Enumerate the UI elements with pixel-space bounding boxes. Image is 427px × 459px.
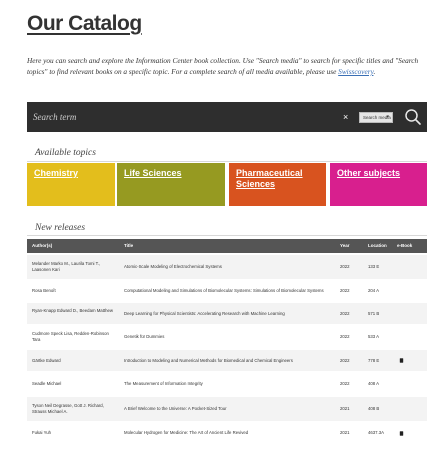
cell-year: 2021	[340, 430, 350, 435]
column-header-ebook[interactable]: e-Book	[397, 239, 412, 253]
releases-table-header: Author(s) Title Year Location e-Book	[27, 239, 427, 253]
cell-year: 2022	[340, 311, 350, 316]
cell-location: 4637.3A	[368, 430, 385, 435]
column-header-authors[interactable]: Author(s)	[32, 239, 52, 253]
table-row[interactable]: Seadle Michael The Measurement of Informa…	[27, 373, 427, 394]
table-row[interactable]: Fukai Yuh Molecular Hydrogen for Medicine…	[27, 423, 427, 443]
column-header-title[interactable]: Title	[124, 239, 133, 253]
topic-tile-other-subjects[interactable]: Other subjects	[330, 163, 427, 206]
new-releases-heading: New releases	[35, 223, 86, 233]
table-row[interactable]: Gärtke Edward Introduction to Modeling an…	[27, 350, 427, 371]
cell-location: 408 B	[368, 406, 380, 411]
cell-author: Gärtke Edward	[32, 358, 61, 363]
cell-location: 133 E	[368, 264, 380, 269]
table-row[interactable]: Ryan-Knapp Edward D., Beedam Matthew Deep…	[27, 303, 427, 324]
cell-location: 778 E	[368, 358, 380, 363]
search-input[interactable]	[33, 102, 333, 132]
intro-text: Here you can search and explore the Info…	[27, 55, 425, 77]
topic-tile-life-sciences[interactable]: Life Sciences	[117, 163, 225, 206]
swisscovery-link[interactable]: Swisscovery	[338, 67, 373, 76]
cell-year: 2022	[340, 288, 350, 293]
page-title: Our Catalog	[27, 12, 142, 35]
chevron-down-icon: ▾	[386, 114, 389, 120]
cell-title[interactable]: Molecular Hydrogen for Medicine: The Art…	[124, 430, 336, 436]
ebook-icon[interactable]	[399, 358, 404, 363]
column-header-location[interactable]: Location	[368, 239, 387, 253]
topics-divider	[27, 161, 427, 162]
cell-year: 2022	[340, 358, 350, 363]
search-icon[interactable]	[404, 108, 422, 126]
cell-year: 2022	[340, 264, 350, 269]
clear-search-button[interactable]: ×	[343, 111, 348, 123]
search-bar: × Search media ▾	[27, 102, 427, 132]
cell-author: Rosa Benoît	[32, 288, 56, 293]
cell-title[interactable]: Deep Learning for Physical Scientists: A…	[124, 311, 336, 317]
cell-location: 533 A	[368, 334, 379, 339]
topic-tile-chemistry[interactable]: Chemistry	[27, 163, 115, 206]
cell-author: Cudmore Speck Lisa, Redden-Robinson Tara	[32, 331, 109, 342]
cell-year: 2022	[340, 381, 350, 386]
cell-title[interactable]: Genetik für Dummies	[124, 334, 336, 340]
releases-divider	[27, 235, 427, 236]
cell-title[interactable]: The Measurement of Information Integrity	[124, 381, 336, 387]
cell-year: 2022	[340, 334, 350, 339]
cell-author: Tyson Neil Degrasse, Gott J. Richard, St…	[32, 403, 104, 414]
cell-location: 204 A	[368, 288, 379, 293]
table-row[interactable]: Cudmore Speck Lisa, Redden-Robinson Tara…	[27, 326, 427, 348]
cell-location: 408 A	[368, 381, 379, 386]
table-row[interactable]: Tyson Neil Degrasse, Gott J. Richard, St…	[27, 397, 427, 421]
cell-title[interactable]: Introduction to Modeling and Numerical M…	[124, 358, 336, 364]
cell-title[interactable]: Computational Modeling and Simulations o…	[124, 288, 336, 294]
search-mode-select[interactable]: Search media ▾	[359, 112, 393, 123]
column-header-year[interactable]: Year	[340, 239, 350, 253]
cell-author: Melander Marko M., Laurila Tomi T., Laas…	[32, 261, 101, 272]
cell-title[interactable]: A Brief Welcome to the Universe: A Pocke…	[124, 406, 336, 412]
cell-author: Ryan-Knapp Edward D., Beedam Matthew	[32, 308, 113, 313]
table-row[interactable]: Melander Marko M., Laurila Tomi T., Laas…	[27, 255, 427, 279]
table-row[interactable]: Rosa Benoît Computational Modeling and Si…	[27, 281, 427, 301]
cell-author: Seadle Michael	[32, 381, 62, 386]
topic-tile-pharmaceutical-sciences[interactable]: Pharmaceutical Sciences	[229, 163, 326, 206]
intro-end: .	[373, 67, 376, 76]
available-topics-heading: Available topics	[35, 148, 96, 158]
cell-author: Fukai Yuh	[32, 430, 52, 435]
cell-year: 2021	[340, 406, 350, 411]
cell-location: 571 B	[368, 311, 380, 316]
cell-title[interactable]: Atomic-Scale Modeling of Electrochemical…	[124, 264, 336, 270]
ebook-icon[interactable]	[399, 431, 404, 436]
